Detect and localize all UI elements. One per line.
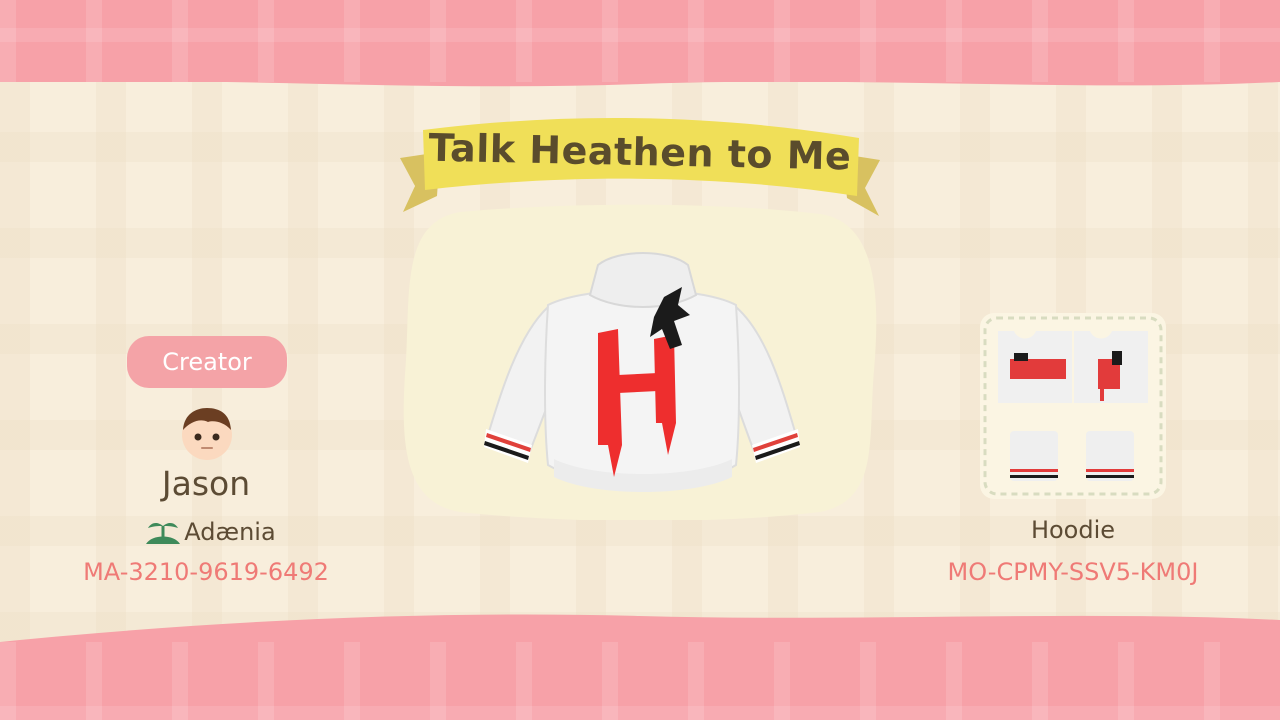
pattern-thumbnail[interactable]	[980, 313, 1166, 499]
creator-island: Adænia	[100, 516, 320, 548]
creator-code[interactable]: MA-3210-9619-6492	[56, 558, 356, 586]
creator-label: Creator	[127, 336, 287, 388]
creator-avatar	[182, 408, 232, 460]
creator-name: Jason	[161, 464, 251, 503]
design-code[interactable]: MO-CPMY-SSV5-KM0J	[918, 558, 1228, 586]
island-name: Adænia	[184, 518, 276, 546]
island-palm-icon	[146, 522, 181, 544]
item-type: Hoodie	[1030, 516, 1116, 544]
hoodie-preview[interactable]	[478, 245, 808, 505]
design-title: Talk Heathen to Me	[428, 125, 852, 179]
